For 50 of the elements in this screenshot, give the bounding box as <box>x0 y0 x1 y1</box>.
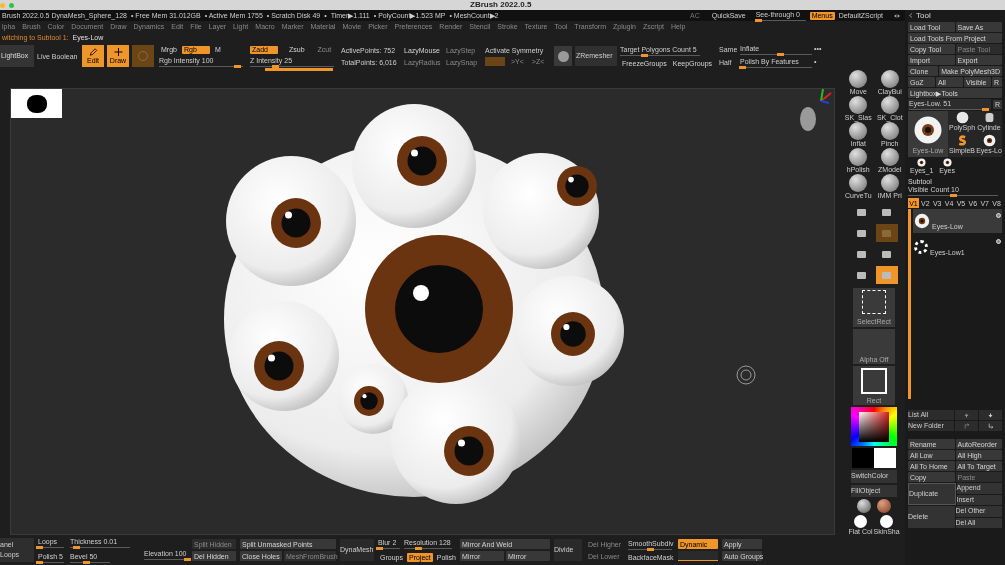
slider-thumb[interactable] <box>950 194 957 197</box>
brush-icon[interactable] <box>849 96 868 114</box>
slider-thumb[interactable] <box>981 108 989 111</box>
palette-title: Tool <box>916 11 931 20</box>
eyeball-icon <box>917 158 927 167</box>
view-toggle[interactable] <box>875 266 898 284</box>
primary-color-swatch[interactable] <box>852 448 874 468</box>
slider-thumb[interactable] <box>376 546 384 550</box>
slider-thumb[interactable] <box>234 64 242 68</box>
collapse-icon[interactable] <box>908 12 913 19</box>
down-arrow-icon[interactable] <box>988 411 993 419</box>
brush-icon[interactable] <box>880 70 899 88</box>
slider-thumb[interactable] <box>36 560 44 564</box>
slider-thumb[interactable] <box>272 64 280 68</box>
brush-icon[interactable] <box>880 96 899 114</box>
color-picker[interactable] <box>851 407 897 446</box>
ring-icon <box>914 240 928 254</box>
secondary-color-swatch[interactable] <box>874 448 896 468</box>
pencil-icon <box>88 48 98 56</box>
brush-icon[interactable] <box>849 70 868 88</box>
slider-thumb[interactable] <box>73 545 80 549</box>
brush-icon[interactable] <box>849 174 868 192</box>
list-scrollbar[interactable] <box>908 209 911 399</box>
head-navigator-icon[interactable] <box>800 89 832 131</box>
eyeball-icon <box>914 213 930 229</box>
brush-icon[interactable] <box>880 148 899 166</box>
canvas[interactable] <box>10 88 835 535</box>
alpha-thumbnail <box>11 89 62 118</box>
crosshair-icon <box>113 48 123 56</box>
eyeball-icon <box>942 158 952 167</box>
up-arrow-icon[interactable] <box>964 411 969 419</box>
slider-thumb[interactable] <box>415 546 423 550</box>
arrow-icon[interactable] <box>987 423 994 429</box>
brush-icon[interactable] <box>849 122 868 140</box>
sphere-icon <box>955 111 969 124</box>
slider-thumb[interactable] <box>739 65 747 69</box>
brush-icon[interactable] <box>880 174 899 192</box>
brush-icon[interactable] <box>880 122 899 140</box>
slider-thumb[interactable] <box>183 558 191 561</box>
eye-icon <box>982 134 996 147</box>
slider-thumb[interactable] <box>647 547 654 551</box>
slider-thumb[interactable] <box>755 18 763 22</box>
circle-icon[interactable] <box>736 365 756 385</box>
eyeball-icon <box>913 114 943 145</box>
window-title: ZBrush 2022.0.5 <box>470 1 532 9</box>
slider-thumb[interactable] <box>83 560 90 564</box>
brush-icon[interactable] <box>849 148 868 166</box>
slider-thumb[interactable] <box>776 52 784 56</box>
slider-thumb[interactable] <box>641 53 648 57</box>
slider-thumb[interactable] <box>36 545 44 549</box>
